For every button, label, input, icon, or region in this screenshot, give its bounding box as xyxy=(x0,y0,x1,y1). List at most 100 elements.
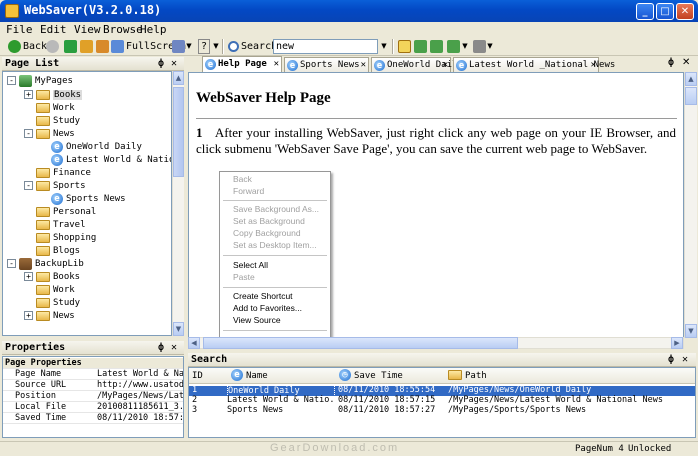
tab-latest-world-national-news[interactable]: e Latest World _National News ✕ xyxy=(453,57,615,72)
scroll-left-arrow[interactable]: ◀ xyxy=(188,337,200,349)
tree-node-work[interactable]: Work xyxy=(36,101,75,114)
layout-grid-icon[interactable] xyxy=(447,40,460,53)
tree-node-study[interactable]: Study xyxy=(36,296,80,309)
layout-three-icon[interactable] xyxy=(430,40,443,53)
tree-page-oneworld-daily[interactable]: e OneWorld Daily xyxy=(51,140,142,153)
view-mode-icon[interactable] xyxy=(172,40,185,53)
menu-item-back[interactable]: Back xyxy=(233,174,252,186)
collapse-icon[interactable]: - xyxy=(24,129,33,138)
menu-item-add-favorites[interactable]: Add to Favorites... xyxy=(233,303,302,315)
content-horizontal-scrollbar[interactable]: ◀ ▶ xyxy=(188,337,684,349)
properties-section[interactable]: Page Properties xyxy=(3,358,183,369)
column-header-path[interactable]: Path xyxy=(465,371,487,381)
web-page-view[interactable]: WebSaver Help Page 1 After your installi… xyxy=(188,72,684,338)
menu-item-create-shortcut[interactable]: Create Shortcut xyxy=(233,291,293,303)
tab-help-page[interactable]: e Help Page ✕ xyxy=(202,56,282,72)
close-icon[interactable]: ✕ xyxy=(682,57,690,68)
view-mode-dropdown-arrow[interactable]: ▼ xyxy=(185,39,193,54)
tree-node-mypages[interactable]: - MyPages xyxy=(7,74,73,87)
menu-help[interactable]: Help xyxy=(140,23,167,36)
column-header-save-time[interactable]: Save Time xyxy=(354,371,403,381)
tools-dropdown-arrow[interactable]: ▼ xyxy=(486,39,494,54)
pin-icon[interactable]: ф xyxy=(158,57,164,70)
hand-icon[interactable] xyxy=(80,40,93,53)
menu-item-save-background[interactable]: Save Background As... xyxy=(233,204,319,216)
menu-item-paste[interactable]: Paste xyxy=(233,272,255,284)
pin-icon[interactable]: ф xyxy=(668,353,674,366)
refresh-icon[interactable] xyxy=(64,40,77,53)
help-dropdown-arrow[interactable]: ▼ xyxy=(212,39,220,54)
scroll-up-arrow[interactable]: ▲ xyxy=(685,72,697,86)
scroll-up-arrow[interactable]: ▲ xyxy=(173,71,184,85)
tree-node-study[interactable]: Study xyxy=(36,114,80,127)
tree-node-sports[interactable]: - Sports xyxy=(24,179,86,192)
menu-browse[interactable]: Browse xyxy=(103,23,143,36)
close-window-button[interactable]: ✕ xyxy=(676,3,694,20)
expand-icon[interactable]: + xyxy=(24,311,33,320)
scroll-right-arrow[interactable]: ▶ xyxy=(671,337,683,349)
tree-node-shopping[interactable]: Shopping xyxy=(36,231,96,244)
close-icon[interactable]: ✕ xyxy=(171,341,177,354)
menu-item-set-background[interactable]: Set as Background xyxy=(233,216,305,228)
tools-icon[interactable] xyxy=(473,40,486,53)
content-vertical-scrollbar[interactable]: ▲ ▼ xyxy=(684,72,697,338)
scroll-thumb[interactable] xyxy=(173,87,184,177)
property-row[interactable]: Saved Time 08/11/2010 18:57:15 xyxy=(3,413,183,424)
layout-one-icon[interactable] xyxy=(398,40,411,53)
tree-node-personal[interactable]: Personal xyxy=(36,205,96,218)
layout-dropdown-arrow[interactable]: ▼ xyxy=(461,39,469,54)
back-button[interactable]: Back xyxy=(8,39,47,54)
tab-close-icon[interactable]: ✕ xyxy=(361,58,366,72)
close-icon[interactable]: ✕ xyxy=(171,57,177,70)
tab-close-icon[interactable]: ✕ xyxy=(274,57,279,71)
search-button[interactable]: Search xyxy=(228,39,277,54)
column-header-id[interactable]: ID xyxy=(192,371,203,381)
scroll-down-arrow[interactable]: ▼ xyxy=(173,322,184,336)
tree-node-backuplib[interactable]: - BackupLib xyxy=(7,257,84,270)
close-icon[interactable]: ✕ xyxy=(682,353,688,366)
column-header-name[interactable]: Name xyxy=(246,371,268,381)
expand-icon[interactable]: + xyxy=(24,90,33,99)
tree-node-books[interactable]: + Books xyxy=(24,270,80,283)
scroll-down-arrow[interactable]: ▼ xyxy=(685,324,697,338)
help-button[interactable]: ? xyxy=(198,39,210,54)
expand-icon[interactable]: + xyxy=(24,272,33,281)
tree-node-news[interactable]: - News xyxy=(24,127,75,140)
menu-item-set-desktop[interactable]: Set as Desktop Item... xyxy=(233,240,317,252)
property-row[interactable]: Local File 20100811185611_3.Dat xyxy=(3,402,183,413)
menu-edit[interactable]: Edit xyxy=(40,23,67,36)
table-row[interactable]: 3 Sports News 08/11/2010 18:57:27 /MyPag… xyxy=(189,405,695,416)
collapse-icon[interactable]: - xyxy=(24,181,33,190)
menu-file[interactable]: File xyxy=(6,23,33,36)
pin-icon[interactable]: ф xyxy=(158,341,164,354)
tree-node-finance[interactable]: Finance xyxy=(36,166,91,179)
pin-icon[interactable]: ф xyxy=(668,57,674,68)
search-input[interactable]: new xyxy=(273,39,378,54)
menu-item-select-all[interactable]: Select All xyxy=(233,260,268,272)
tab-close-icon[interactable]: ✕ xyxy=(591,58,596,72)
tab-close-icon[interactable]: ✕ xyxy=(443,58,448,72)
property-row[interactable]: Page Name Latest World & Natio xyxy=(3,369,183,380)
menu-item-view-source[interactable]: View Source xyxy=(233,315,281,327)
tab-oneworld-daily[interactable]: e OneWorld Daily ✕ xyxy=(371,57,463,72)
menu-item-forward[interactable]: Forward xyxy=(233,186,264,198)
page-tree-scrollbar[interactable]: ▲ ▼ xyxy=(172,71,184,336)
collapse-icon[interactable]: - xyxy=(7,259,16,268)
menu-view[interactable]: View xyxy=(74,23,101,36)
menu-item-copy-background[interactable]: Copy Background xyxy=(233,228,301,240)
property-row[interactable]: Position/MyPages/News/Latest xyxy=(3,391,183,402)
maximize-button[interactable]: □ xyxy=(656,3,674,20)
home-icon[interactable] xyxy=(96,40,109,53)
tree-node-news[interactable]: + News xyxy=(24,309,75,322)
layout-two-icon[interactable] xyxy=(414,40,427,53)
scroll-thumb[interactable] xyxy=(685,87,697,105)
property-row[interactable]: Source URL http://www.usatoday. xyxy=(3,380,183,391)
forward-arrow-icon[interactable] xyxy=(46,40,59,53)
search-history-dropdown-arrow[interactable]: ▼ xyxy=(380,39,388,54)
tree-node-books[interactable]: + Books xyxy=(24,88,83,101)
minimize-button[interactable]: _ xyxy=(636,3,654,20)
collapse-icon[interactable]: - xyxy=(7,76,16,85)
tree-page-latest-world[interactable]: eLatest World & National xyxy=(51,153,171,166)
tree-node-blogs[interactable]: Blogs xyxy=(36,244,80,257)
tree-node-work[interactable]: Work xyxy=(36,283,75,296)
